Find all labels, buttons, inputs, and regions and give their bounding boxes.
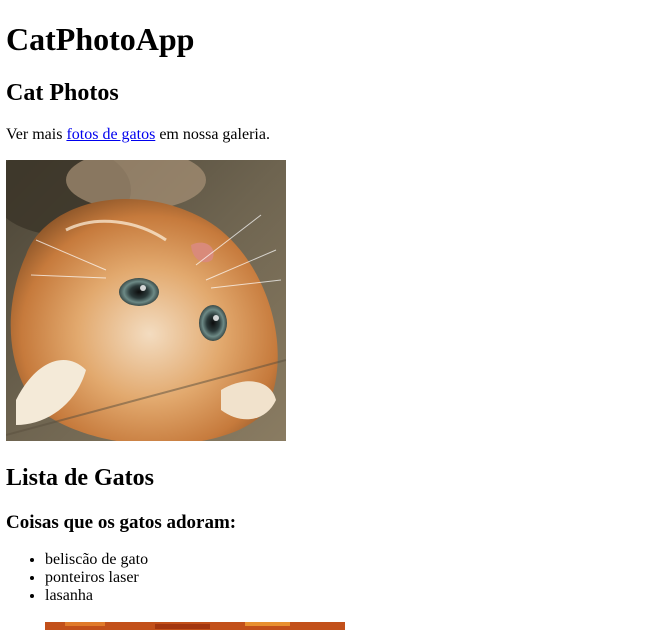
cat-photos-link[interactable]: fotos de gatos <box>66 126 155 143</box>
page: CatPhotoApp Cat Photos Ver mais fotos de… <box>6 0 661 630</box>
lasagna-photo <box>45 622 345 630</box>
list-item: lasanha <box>45 587 148 605</box>
app-title: CatPhotoApp <box>6 21 195 57</box>
gallery-suffix-text: em nossa galeria. <box>155 126 270 143</box>
gallery-prefix-text: Ver mais <box>6 126 67 143</box>
gallery-paragraph: Ver mais fotos de gatos em nossa galeria… <box>6 126 270 144</box>
cat-loves-list: beliscão de gato ponteiros laser lasanha <box>6 551 148 605</box>
list-item: beliscão de gato <box>45 551 148 569</box>
cat-photos-heading: Cat Photos <box>6 80 119 106</box>
cat-loves-heading: Coisas que os gatos adoram: <box>6 512 237 533</box>
list-item: ponteiros laser <box>45 569 148 587</box>
cat-list-heading: Lista de Gatos <box>6 465 155 491</box>
kitten-photo[interactable] <box>6 160 286 441</box>
